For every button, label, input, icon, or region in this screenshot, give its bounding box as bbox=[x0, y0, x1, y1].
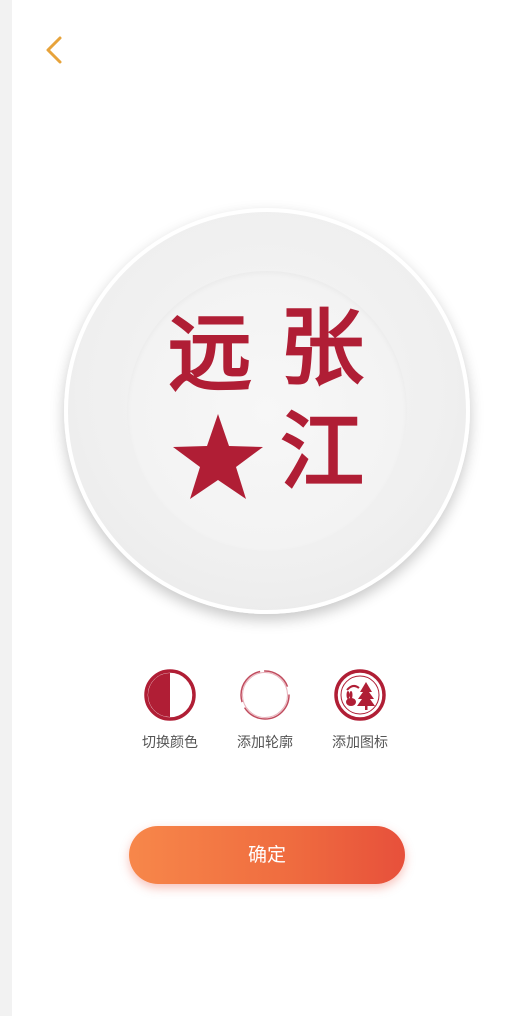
stamp-char-1: 远 bbox=[168, 304, 253, 403]
back-button[interactable] bbox=[40, 30, 70, 70]
add-outline-button[interactable]: 添加轮廓 bbox=[220, 668, 310, 752]
half-circle-icon bbox=[144, 669, 196, 721]
add-icon-label: 添加图标 bbox=[332, 735, 388, 751]
stamp-char-3: 江 bbox=[280, 402, 365, 501]
outline-circle-icon bbox=[240, 670, 290, 720]
stamp-preview: 远 张 江 bbox=[160, 306, 396, 516]
add-outline-label: 添加轮廓 bbox=[237, 735, 293, 751]
switch-color-label: 切换颜色 bbox=[142, 735, 198, 751]
confirm-button[interactable]: 确定 bbox=[129, 826, 405, 884]
stamp-char-2: 张 bbox=[280, 298, 365, 397]
switch-color-button[interactable]: 切换颜色 bbox=[125, 668, 215, 752]
star-icon bbox=[173, 414, 263, 499]
rabbit-tree-icon bbox=[334, 669, 386, 721]
add-icon-button[interactable]: 添加图标 bbox=[315, 668, 405, 752]
chevron-left-icon bbox=[46, 36, 62, 64]
page: 远 张 江 切换颜色 添加轮廓 添加图标 确定 bbox=[12, 0, 511, 1016]
tool-bar: 切换颜色 添加轮廓 添加图标 bbox=[12, 668, 511, 768]
